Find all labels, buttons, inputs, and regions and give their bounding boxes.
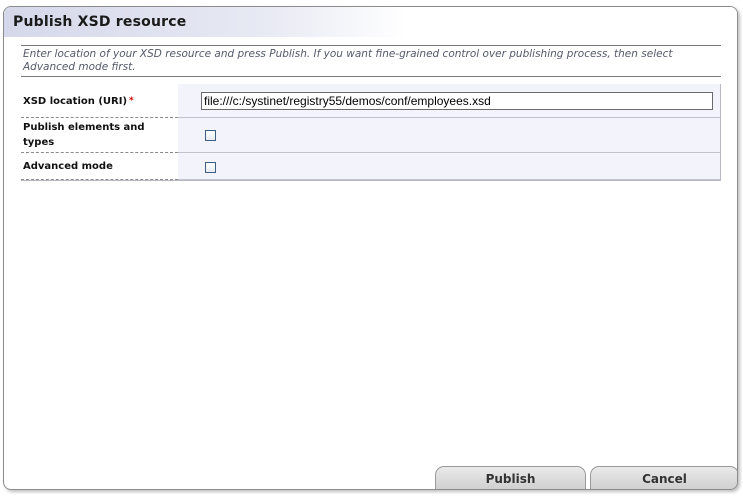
advanced-mode-row: Advanced mode (21, 153, 720, 180)
required-marker: * (129, 96, 134, 106)
advanced-mode-label: Advanced mode (21, 153, 178, 180)
info-panel: Enter location of your XSD resource and … (21, 45, 721, 77)
publish-elements-row: Publish elements and types (21, 118, 720, 153)
publish-elements-label: Publish elements and types (21, 118, 178, 153)
xsd-location-row: XSD location (URI) * file:///c:/systinet/… (21, 84, 720, 118)
publish-xsd-dialog: Publish XSD resource Enter location of y… (3, 6, 738, 490)
advanced-mode-checkbox[interactable] (205, 161, 216, 173)
xsd-location-input[interactable]: file:///c:/systinet/registry55/demos/con… (201, 91, 713, 110)
xsd-location-label: XSD location (URI) * (21, 84, 178, 118)
publish-elements-checkbox[interactable] (205, 129, 216, 141)
publish-elements-cell (178, 118, 720, 153)
cancel-button[interactable]: Cancel (590, 466, 737, 489)
publish-button[interactable]: Publish (435, 466, 586, 489)
publish-form: XSD location (URI) * file:///c:/systinet/… (21, 84, 721, 181)
xsd-location-cell: file:///c:/systinet/registry55/demos/con… (178, 84, 720, 118)
advanced-mode-cell (178, 153, 720, 180)
dialog-title: Publish XSD resource (13, 14, 187, 30)
dialog-titlebar: Publish XSD resource (4, 7, 737, 37)
info-text: Enter location of your XSD resource and … (23, 48, 673, 73)
